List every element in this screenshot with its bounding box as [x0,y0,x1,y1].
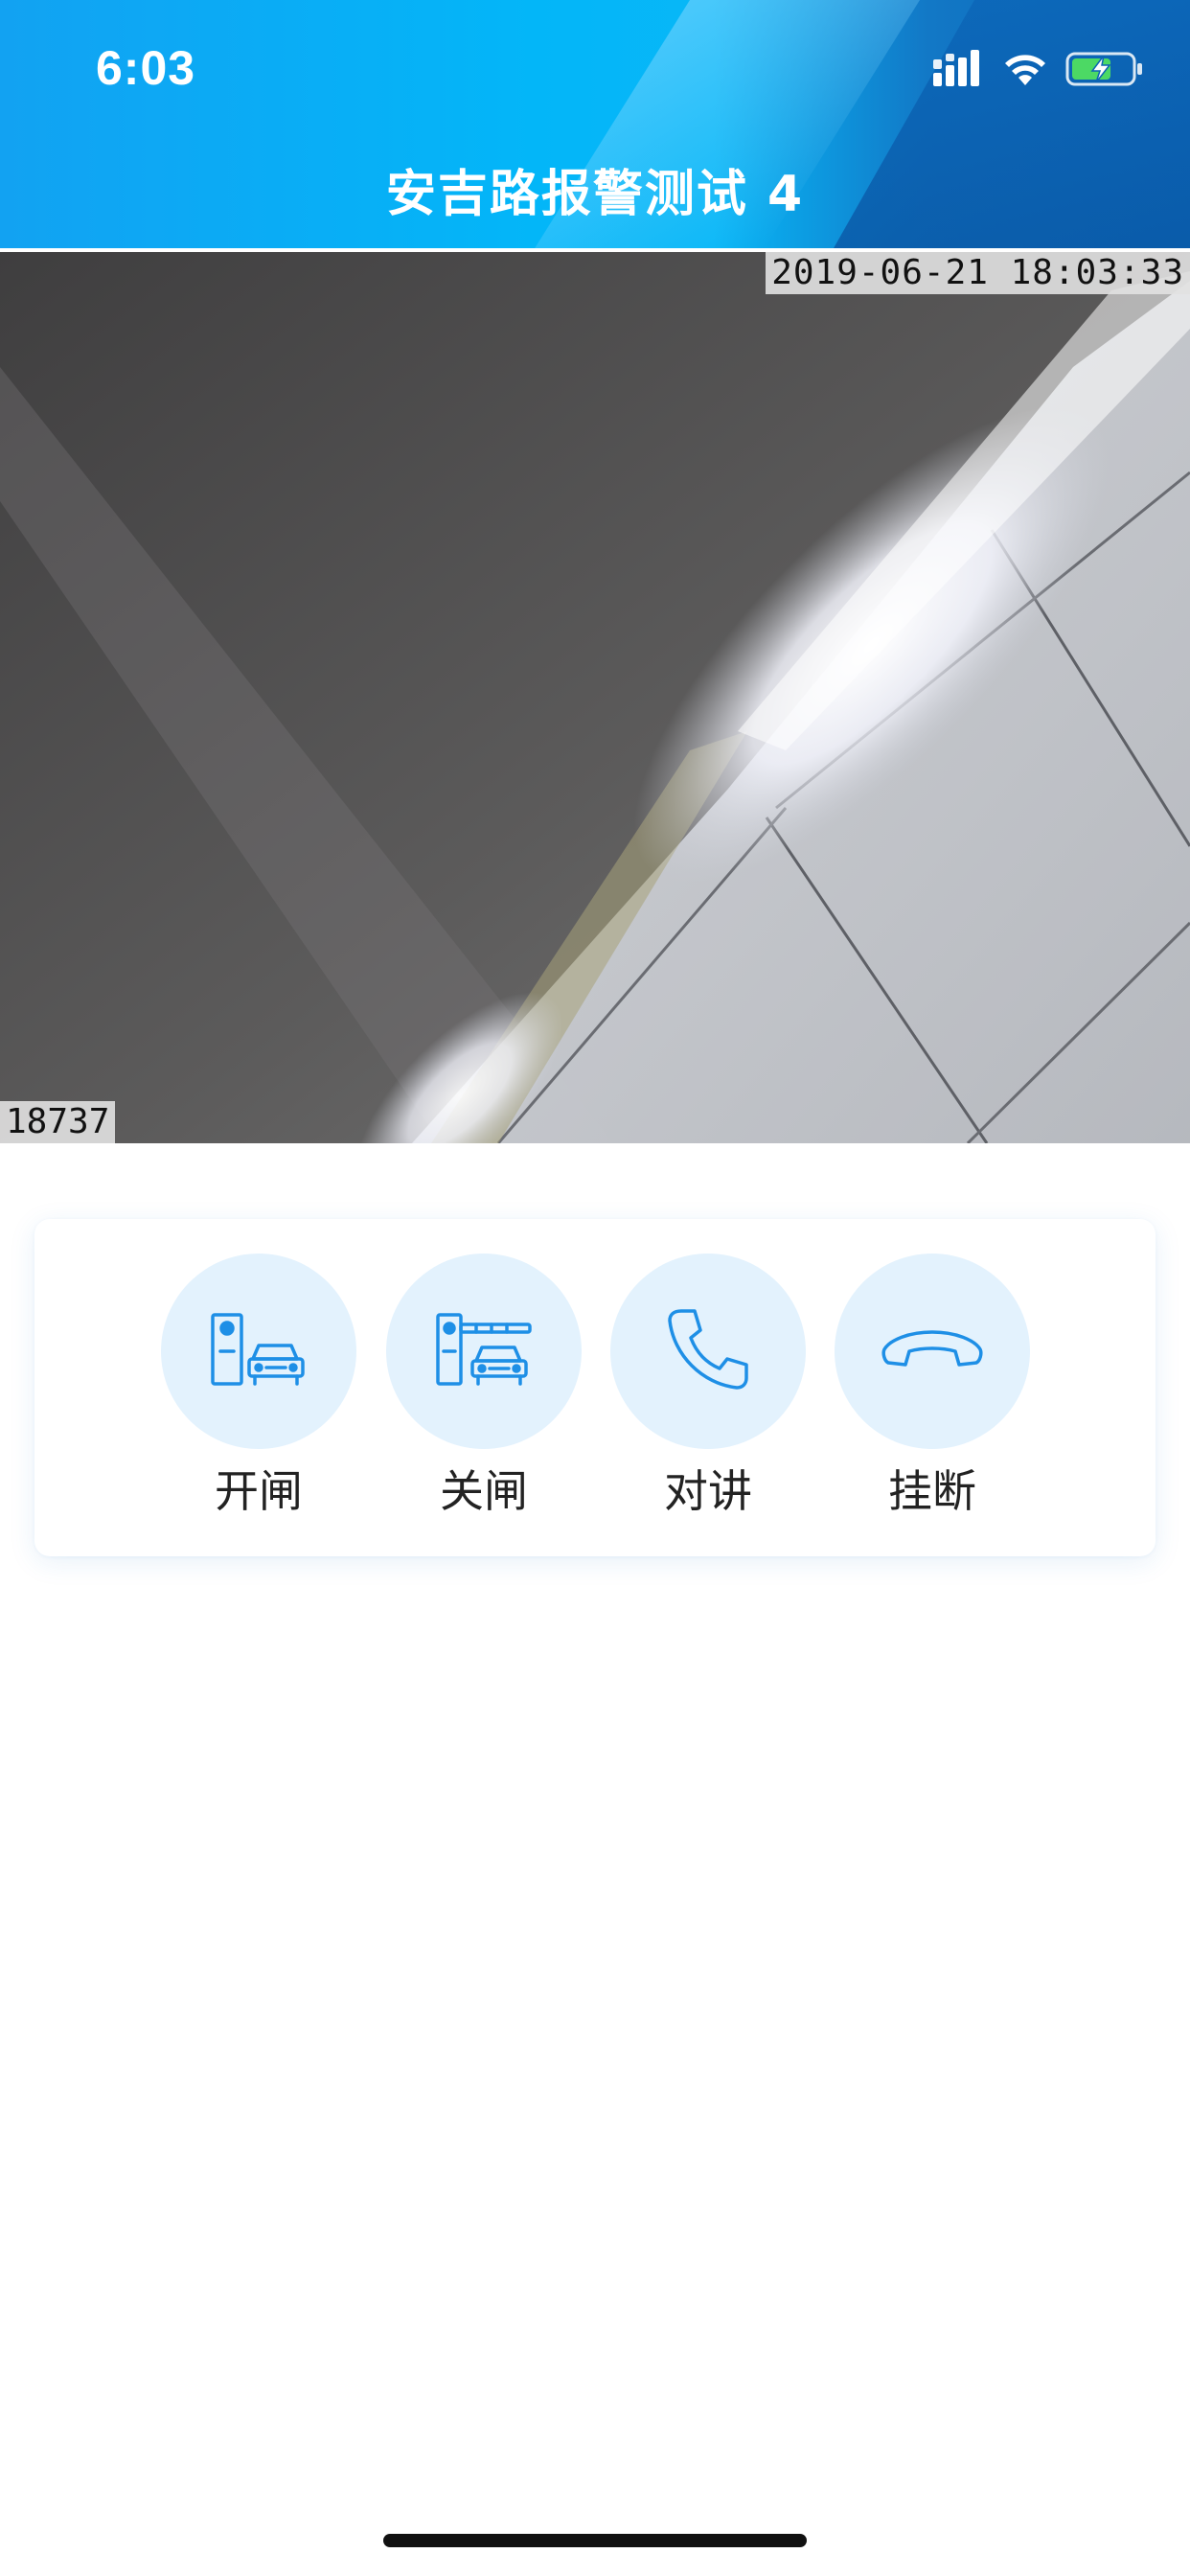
camera-id: 18737 [0,1101,116,1143]
hang-up-button[interactable]: 挂断 [835,1254,1030,1520]
wifi-icon [1002,51,1048,91]
open-gate-icon-circle[interactable] [161,1254,356,1449]
gate-close-icon [434,1311,534,1392]
video-timestamp: 2019-06-21 18:03:33 [766,252,1190,294]
intercom-screen: 6:03 安吉路报警测试 4 2019-06-21 18:03:33 18737… [0,0,1190,2576]
gate-open-icon [209,1311,309,1392]
close-gate-label: 关闸 [440,1465,528,1517]
close-gate-icon-circle[interactable] [386,1254,582,1449]
controls-card: 开闸 关闸 对讲 挂断 [34,1219,1156,1556]
hang-up-label: 挂断 [888,1465,976,1517]
phone-icon [662,1303,754,1399]
battery-charging-icon [1065,50,1144,92]
intercom-button[interactable]: 对讲 [610,1254,806,1520]
live-video-feed[interactable]: 2019-06-21 18:03:33 18737 [0,252,1190,1143]
intercom-label: 对讲 [664,1465,752,1517]
cellular-signal-icon [931,50,985,92]
hang-up-icon [879,1322,986,1380]
status-time: 6:03 [96,41,196,95]
camera-image [0,252,1190,1143]
close-gate-button[interactable]: 关闸 [386,1254,582,1520]
page-title: 安吉路报警测试 4 [385,166,805,223]
header: 6:03 安吉路报警测试 4 [0,0,1190,248]
intercom-icon-circle[interactable] [610,1254,806,1449]
hang-up-icon-circle[interactable] [835,1254,1030,1449]
open-gate-label: 开闸 [215,1465,303,1517]
open-gate-button[interactable]: 开闸 [161,1254,356,1520]
status-icons [931,48,1144,94]
home-indicator[interactable] [383,2534,807,2547]
